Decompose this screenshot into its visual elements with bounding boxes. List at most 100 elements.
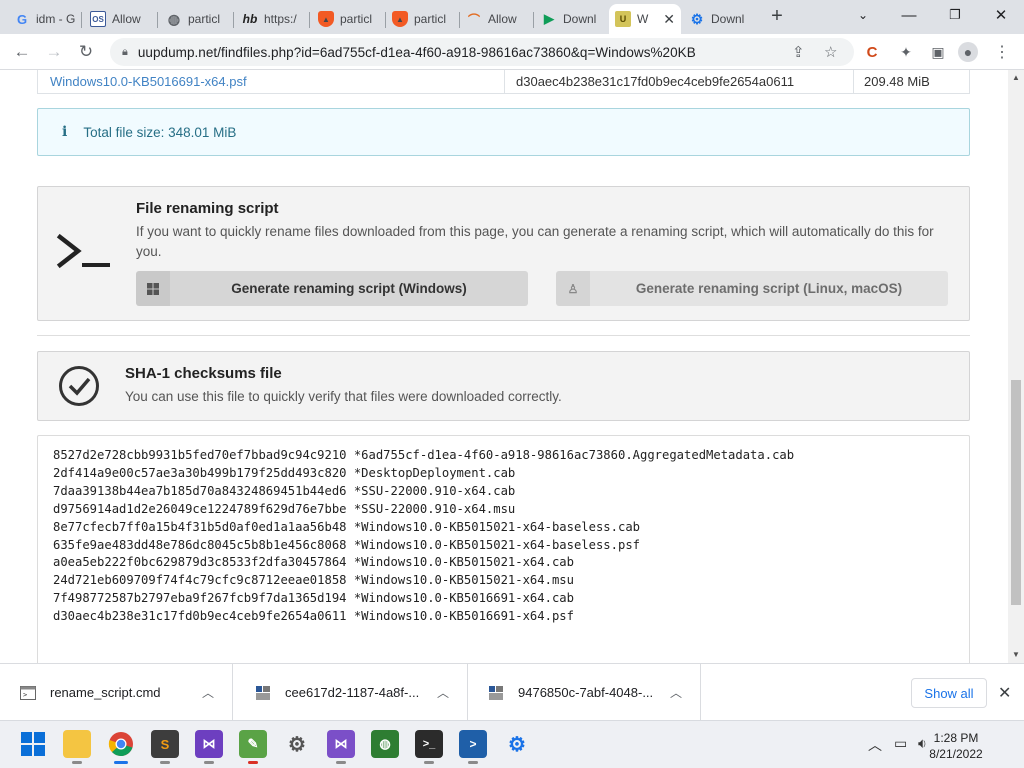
- menu-kebab-icon[interactable]: ⋮: [992, 42, 1012, 62]
- powershell-icon[interactable]: >: [459, 730, 487, 764]
- chevron-up-icon[interactable]: ︿: [202, 684, 214, 701]
- profile-avatar-icon[interactable]: ●: [958, 42, 978, 62]
- close-icon[interactable]: ✕: [657, 11, 675, 28]
- file-link[interactable]: Windows10.0-KB5016691-x64.psf: [50, 74, 247, 89]
- scroll-up-arrow-icon[interactable]: ▲: [1012, 73, 1020, 82]
- network-globe-icon[interactable]: ◍: [371, 730, 399, 758]
- os-icon: OS: [90, 11, 106, 27]
- page-scrollbar[interactable]: ▲ ▼: [1008, 70, 1024, 663]
- download-filename: cee617d2-1187-4a8f-...: [285, 685, 420, 700]
- terminal-icon[interactable]: >_: [415, 730, 443, 764]
- window-close-icon[interactable]: ✕: [978, 0, 1024, 30]
- tab-5[interactable]: ▲ particl: [312, 4, 386, 34]
- chevron-up-icon[interactable]: ︿: [437, 684, 449, 701]
- side-panel-icon[interactable]: ▣: [928, 42, 948, 62]
- download-item[interactable]: 9476850c-7abf-4048-... ︿: [468, 664, 701, 721]
- tab-search-chevron-icon[interactable]: ⌄: [840, 0, 886, 30]
- file-size: 209.48 MiB: [864, 74, 930, 89]
- show-all-button[interactable]: Show all: [911, 678, 987, 708]
- file-table-row: Windows10.0-KB5016691-x64.psf d30aec4b23…: [37, 70, 970, 94]
- chevron-up-icon[interactable]: ︿: [670, 684, 682, 701]
- start-windows-icon[interactable]: [19, 730, 47, 758]
- terminal-prompt-icon: [56, 233, 110, 269]
- tray-network-icon[interactable]: ▭: [894, 735, 907, 752]
- clock-time: 1:28 PM: [933, 731, 979, 745]
- uup-icon: U: [615, 11, 631, 27]
- restore-icon[interactable]: ❐: [932, 0, 978, 30]
- sublime-text-icon[interactable]: S: [151, 730, 179, 764]
- app-gear-icon[interactable]: ⚙: [503, 730, 531, 758]
- tab-1[interactable]: G idm - G: [8, 4, 82, 34]
- total-size-text: Total file size: 348.01 MiB: [83, 124, 237, 140]
- minimize-icon[interactable]: —: [886, 0, 932, 30]
- info-icon: i: [62, 124, 68, 140]
- chrome-icon[interactable]: [107, 730, 135, 764]
- share-icon[interactable]: ⇪: [792, 43, 805, 61]
- extension-c-icon[interactable]: C: [862, 42, 882, 62]
- tab-8[interactable]: ▶ Downl: [535, 4, 609, 34]
- bookmark-star-icon[interactable]: ☆: [824, 43, 837, 61]
- tab-7[interactable]: ⌒ Allow: [460, 4, 534, 34]
- checksum-line: 2df414a9e00c57ae3a30b499b179f25dd493c820…: [53, 465, 516, 480]
- checksum-textarea[interactable]: 8527d2e728cbb9931b5fed70ef7bbad9c94c9210…: [37, 435, 970, 663]
- google-icon: G: [16, 11, 28, 27]
- reload-icon[interactable]: ↻: [74, 40, 98, 64]
- file-icon: [255, 685, 271, 701]
- tab-active-uupdump[interactable]: U W ✕: [609, 4, 681, 34]
- tab-label: Allow: [488, 12, 517, 26]
- play-icon: ▶: [544, 11, 554, 26]
- tab-3[interactable]: ◍ particl: [160, 4, 234, 34]
- visual-studio-icon[interactable]: ⋈: [195, 730, 223, 764]
- tab-label: particl: [414, 12, 447, 26]
- button-label: Generate renaming script (Windows): [231, 281, 467, 296]
- tray-volume-icon[interactable]: 🔉︎: [918, 735, 927, 752]
- cmd-file-icon: >: [20, 685, 36, 701]
- downloads-bar: > rename_script.cmd ︿ cee617d2-1187-4a8f…: [0, 663, 1024, 721]
- lock-icon: 🔒︎: [122, 45, 128, 58]
- total-size-message: i Total file size: 348.01 MiB: [37, 108, 970, 156]
- download-item[interactable]: cee617d2-1187-4a8f-... ︿: [235, 664, 468, 721]
- puzzle-icon[interactable]: ✦: [896, 42, 916, 62]
- tab-4[interactable]: hb https:/: [236, 4, 310, 34]
- rename-script-segment: File renaming script If you want to quic…: [37, 186, 970, 321]
- tab-label: https:/: [264, 12, 297, 26]
- check-circle-icon: [59, 366, 99, 406]
- notepad-plus-icon[interactable]: ✎: [239, 730, 267, 764]
- tab-label: Downl: [563, 12, 597, 26]
- address-bar[interactable]: 🔒︎ uupdump.net/findfiles.php?id=6ad755cf…: [110, 38, 854, 66]
- checksum-line: 7f498772587b2797eba9f267fcb9f7da1365d194…: [53, 591, 574, 606]
- visual-studio-2-icon[interactable]: ⋈: [327, 730, 355, 764]
- new-tab-plus-icon[interactable]: +: [766, 5, 788, 28]
- svg-text:>: >: [23, 691, 27, 699]
- page-viewport: Windows10.0-KB5016691-x64.psf d30aec4b23…: [0, 70, 1008, 663]
- gear-icon: ⚙: [690, 10, 704, 27]
- tab-2[interactable]: OS Allow: [84, 4, 158, 34]
- checksum-line: d9756914ad1d2e26049ce1224789f629d76e7bbe…: [53, 501, 516, 516]
- tab-label: particl: [340, 12, 373, 26]
- checksum-line: 24d721eb609709f74f4c79cfc9c8712eeae01858…: [53, 573, 574, 588]
- tab-label: Downl: [711, 12, 745, 26]
- tab-10[interactable]: ⚙ Downl: [683, 4, 757, 34]
- back-arrow-icon[interactable]: ←: [10, 40, 34, 64]
- download-filename: rename_script.cmd: [50, 685, 161, 700]
- download-item[interactable]: > rename_script.cmd ︿: [0, 664, 233, 721]
- scroll-down-arrow-icon[interactable]: ▼: [1012, 650, 1020, 659]
- divider: [37, 335, 970, 336]
- taskbar-clock[interactable]: 1:28 PM 8/21/2022: [928, 730, 984, 762]
- tray-chevron-up-icon[interactable]: ︿: [868, 735, 882, 755]
- generate-linux-script-button[interactable]: ♙ Generate renaming script (Linux, macOS…: [556, 271, 948, 306]
- brave-icon: ▲: [392, 11, 408, 27]
- scroll-thumb[interactable]: [1011, 380, 1021, 605]
- tab-6[interactable]: ▲ particl: [386, 4, 460, 34]
- tab-strip: G idm - G OS Allow ◍ particl hb https:/ …: [0, 0, 1024, 34]
- tab-label: W: [637, 12, 649, 26]
- checksum-line: 8527d2e728cbb9931b5fed70ef7bbad9c94c9210…: [53, 448, 795, 462]
- settings-gear-icon[interactable]: ⚙: [283, 730, 311, 758]
- browser-toolbar: ← → ↻ 🔒︎ uupdump.net/findfiles.php?id=6a…: [0, 34, 1024, 70]
- forward-arrow-icon[interactable]: →: [42, 40, 66, 64]
- generate-windows-script-button[interactable]: Generate renaming script (Windows): [136, 271, 528, 306]
- checksum-segment: SHA-1 checksums file You can use this fi…: [37, 351, 970, 421]
- close-downloads-icon[interactable]: ✕: [998, 683, 1011, 703]
- tab-label: particl: [188, 12, 221, 26]
- file-explorer-icon[interactable]: [63, 730, 91, 764]
